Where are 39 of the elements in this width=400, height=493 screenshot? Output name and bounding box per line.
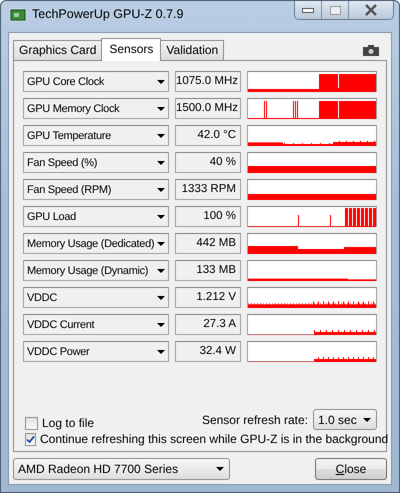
sensor-reading: 42.0 °C <box>175 125 241 146</box>
sensor-dropdown[interactable]: VDDC Current <box>23 314 169 335</box>
sensor-reading: 1075.0 MHz <box>175 71 241 92</box>
refresh-rate-dropdown[interactable]: 1.0 sec <box>313 409 377 430</box>
sensor-dropdown[interactable]: GPU Load <box>23 206 169 227</box>
sensor-reading: 442 MB <box>175 233 241 254</box>
sensor-reading: 133 MB <box>175 260 241 281</box>
sensor-dropdown[interactable]: VDDC Power <box>23 341 169 362</box>
sensor-dropdown[interactable]: Memory Usage (Dynamic) <box>23 260 169 281</box>
close-button[interactable]: Close <box>315 458 387 480</box>
checkbox[interactable] <box>25 416 38 430</box>
tab[interactable]: Validation <box>160 40 224 60</box>
sensor-reading: 1.212 V <box>175 287 241 308</box>
window-close-button[interactable] <box>349 1 393 19</box>
camera-icon[interactable] <box>363 45 379 56</box>
gpu-dropdown[interactable]: AMD Radeon HD 7700 Series <box>13 458 230 480</box>
sensor-reading: 1500.0 MHz <box>175 98 241 119</box>
sensor-dropdown[interactable]: Fan Speed (%) <box>23 152 169 173</box>
sensor-dropdown[interactable]: GPU Temperature <box>23 125 169 146</box>
sensor-dropdown[interactable]: GPU Core Clock <box>23 71 169 92</box>
checkbox-label[interactable]: Log to file <box>42 416 94 430</box>
refresh-rate-label: Sensor refresh rate: <box>202 412 308 426</box>
sensor-dropdown[interactable]: GPU Memory Clock <box>23 98 169 119</box>
tab[interactable]: Graphics Card <box>13 40 102 60</box>
sensor-dropdown[interactable]: VDDC <box>23 287 169 308</box>
close-icon <box>364 4 378 16</box>
window-title: TechPowerUp GPU-Z 0.7.9 <box>32 7 184 21</box>
checkbox-label[interactable]: Continue refreshing this screen while GPU-Z is in the background <box>40 432 388 446</box>
sensor-reading: 1333 RPM <box>175 179 241 200</box>
tab[interactable]: Sensors <box>101 38 162 61</box>
checkbox[interactable] <box>25 432 36 446</box>
sensor-reading: 32.4 W <box>175 341 241 362</box>
sensor-reading: 27.3 A <box>175 314 241 335</box>
app-icon <box>10 8 26 22</box>
sensor-reading: 100 % <box>175 206 241 227</box>
sensor-dropdown[interactable]: Memory Usage (Dedicated) <box>23 233 169 254</box>
sensor-reading: 40 % <box>175 152 241 173</box>
minimize-button[interactable] <box>295 1 322 19</box>
sensor-dropdown[interactable]: Fan Speed (RPM) <box>23 179 169 200</box>
